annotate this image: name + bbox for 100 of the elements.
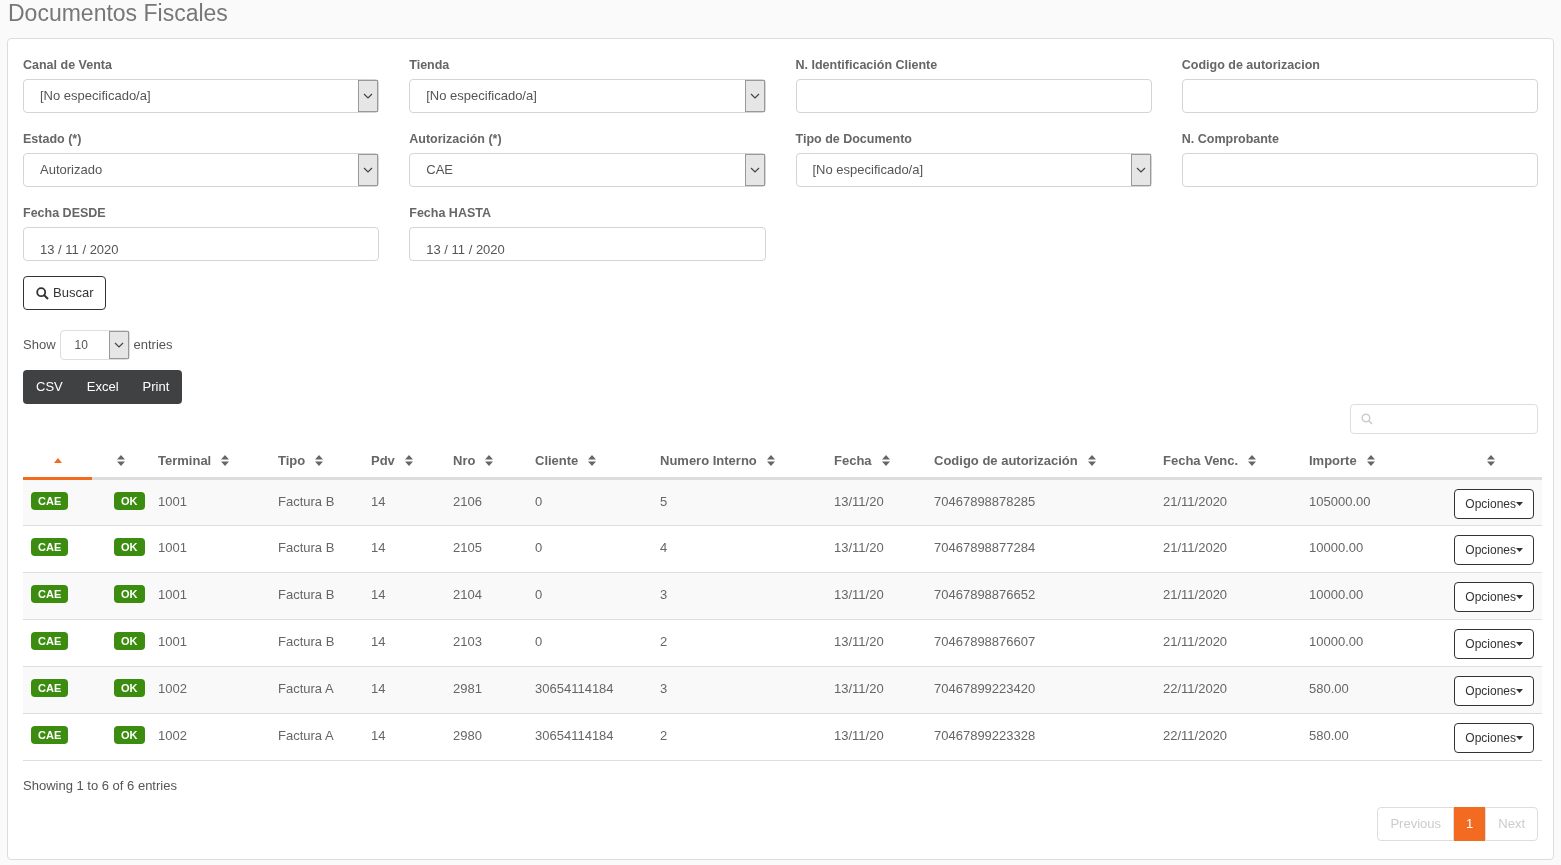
table-cell: 10000.00 [1309,586,1364,602]
table-cell: 22/11/2020 [1163,680,1228,696]
options-button[interactable]: Opciones [1454,675,1534,706]
table-cell: 580.00 [1309,680,1349,696]
entries-select[interactable]: 10 [59,330,130,360]
table-cell: 1001 [158,633,187,649]
chevron-down-icon [1135,167,1146,173]
options-button[interactable]: Opciones [1454,488,1534,519]
table-cell: 1001 [158,493,187,509]
table-cell: 2104 [453,586,482,602]
column-header[interactable]: Terminal [158,450,212,470]
text-field[interactable] [1181,79,1538,113]
column-header[interactable]: Codigo de autorización [934,450,1078,470]
select-field[interactable]: [No especificado/a] [795,153,1152,187]
caret-icon [1516,547,1523,552]
table-cell: 70467898878285 [934,493,1036,509]
table-cell: 70467899223328 [934,727,1036,743]
table-info: Showing 1 to 6 of 6 entries [23,776,178,795]
column-header[interactable]: Pdv [371,450,395,470]
table-cell: 21/11/2020 [1163,493,1228,509]
table-cell: 14 [371,633,386,649]
table-cell: 14 [371,539,386,555]
table-cell: 1001 [158,586,187,602]
column-header[interactable]: Importe [1309,450,1357,470]
select-value: [No especificado/a] [811,161,925,180]
table-cell: 5 [660,493,668,509]
field-label: N. Identificación Cliente [795,57,939,72]
field-label: Canal de Venta [23,57,113,72]
table-cell: 13/11/20 [834,493,884,509]
table-cell: 14 [371,680,386,696]
options-button[interactable]: Opciones [1454,534,1534,565]
column-header[interactable]: Tipo [278,450,306,470]
table-cell: 14 [371,493,386,509]
table-cell: 14 [371,727,386,743]
table-cell: 70467898876652 [934,586,1036,602]
field-label: Tienda [409,57,451,72]
column-header[interactable]: Fecha Venc. [1163,450,1239,470]
options-button[interactable]: Opciones [1454,628,1534,659]
caret-icon [1516,594,1523,599]
select-field[interactable]: CAE [409,153,766,187]
chevron-down-icon [363,93,374,99]
column-header[interactable]: Fecha [834,450,872,470]
search-icon [1361,413,1373,425]
table-cell: Factura B [278,586,335,602]
status-badge: CAE [31,584,69,603]
export-button[interactable]: CSV [24,370,75,404]
status-badge: OK [114,491,145,510]
table-cell: 1001 [158,539,187,555]
field-label: N. Comprobante [1181,131,1280,146]
show-label: Show [23,336,56,355]
table-cell: 2105 [453,539,482,555]
export-button[interactable]: Print [130,370,182,404]
table-cell: 13/11/20 [834,539,884,555]
table-cell: 580.00 [1309,727,1349,743]
table-cell: 1002 [158,680,187,696]
date-field[interactable]: 13 / 11 / 2020 [23,227,380,261]
table-cell: 3 [660,680,668,696]
search-icon [36,286,49,300]
column-header[interactable]: Nro [453,450,476,470]
table-cell: 30654114184 [535,680,614,696]
status-badge: CAE [31,491,69,510]
table-cell: 70467898877284 [934,539,1036,555]
table-cell: 10000.00 [1309,539,1364,555]
table-cell: 21/11/2020 [1163,586,1228,602]
column-header[interactable]: Numero Interno [660,450,757,470]
table-cell: Factura B [278,493,335,509]
select-value: [No especificado/a] [425,87,538,106]
table-cell: 21/11/2020 [1163,633,1228,649]
text-field[interactable] [795,79,1152,113]
text-field[interactable] [1181,153,1538,187]
options-button[interactable]: Opciones [1454,722,1534,753]
column-header[interactable]: Cliente [535,450,579,470]
chevron-down-icon [113,342,124,348]
status-badge: CAE [31,678,69,697]
date-field[interactable]: 13 / 11 / 2020 [409,227,766,261]
search-button[interactable]: Buscar [23,276,107,310]
table-cell: 105000.00 [1309,493,1371,509]
status-badge: OK [114,537,145,556]
table-cell: 0 [535,539,543,555]
table-cell: 2 [660,727,668,743]
table-cell: 0 [535,493,543,509]
export-button[interactable]: Excel [74,370,131,404]
field-label: Tipo de Documento [795,131,913,146]
select-field[interactable]: [No especificado/a] [409,79,766,113]
status-badge: CAE [31,537,69,556]
select-field[interactable]: [No especificado/a] [23,79,380,113]
table-cell: 22/11/2020 [1163,727,1228,743]
status-badge: CAE [31,631,69,650]
select-field[interactable]: Autorizado [23,153,380,187]
table-cell: 2981 [453,680,482,696]
table-cell: 70467899223420 [934,680,1036,696]
table-cell: 2 [660,633,668,649]
table-cell: 0 [535,586,543,602]
table-cell: Factura B [278,633,335,649]
caret-icon [1516,688,1523,693]
table-cell: 10000.00 [1309,633,1364,649]
field-label: Estado (*) [23,131,83,146]
table-search-field[interactable] [1350,404,1538,434]
options-button[interactable]: Opciones [1454,581,1534,612]
table-cell: 13/11/20 [834,727,884,743]
